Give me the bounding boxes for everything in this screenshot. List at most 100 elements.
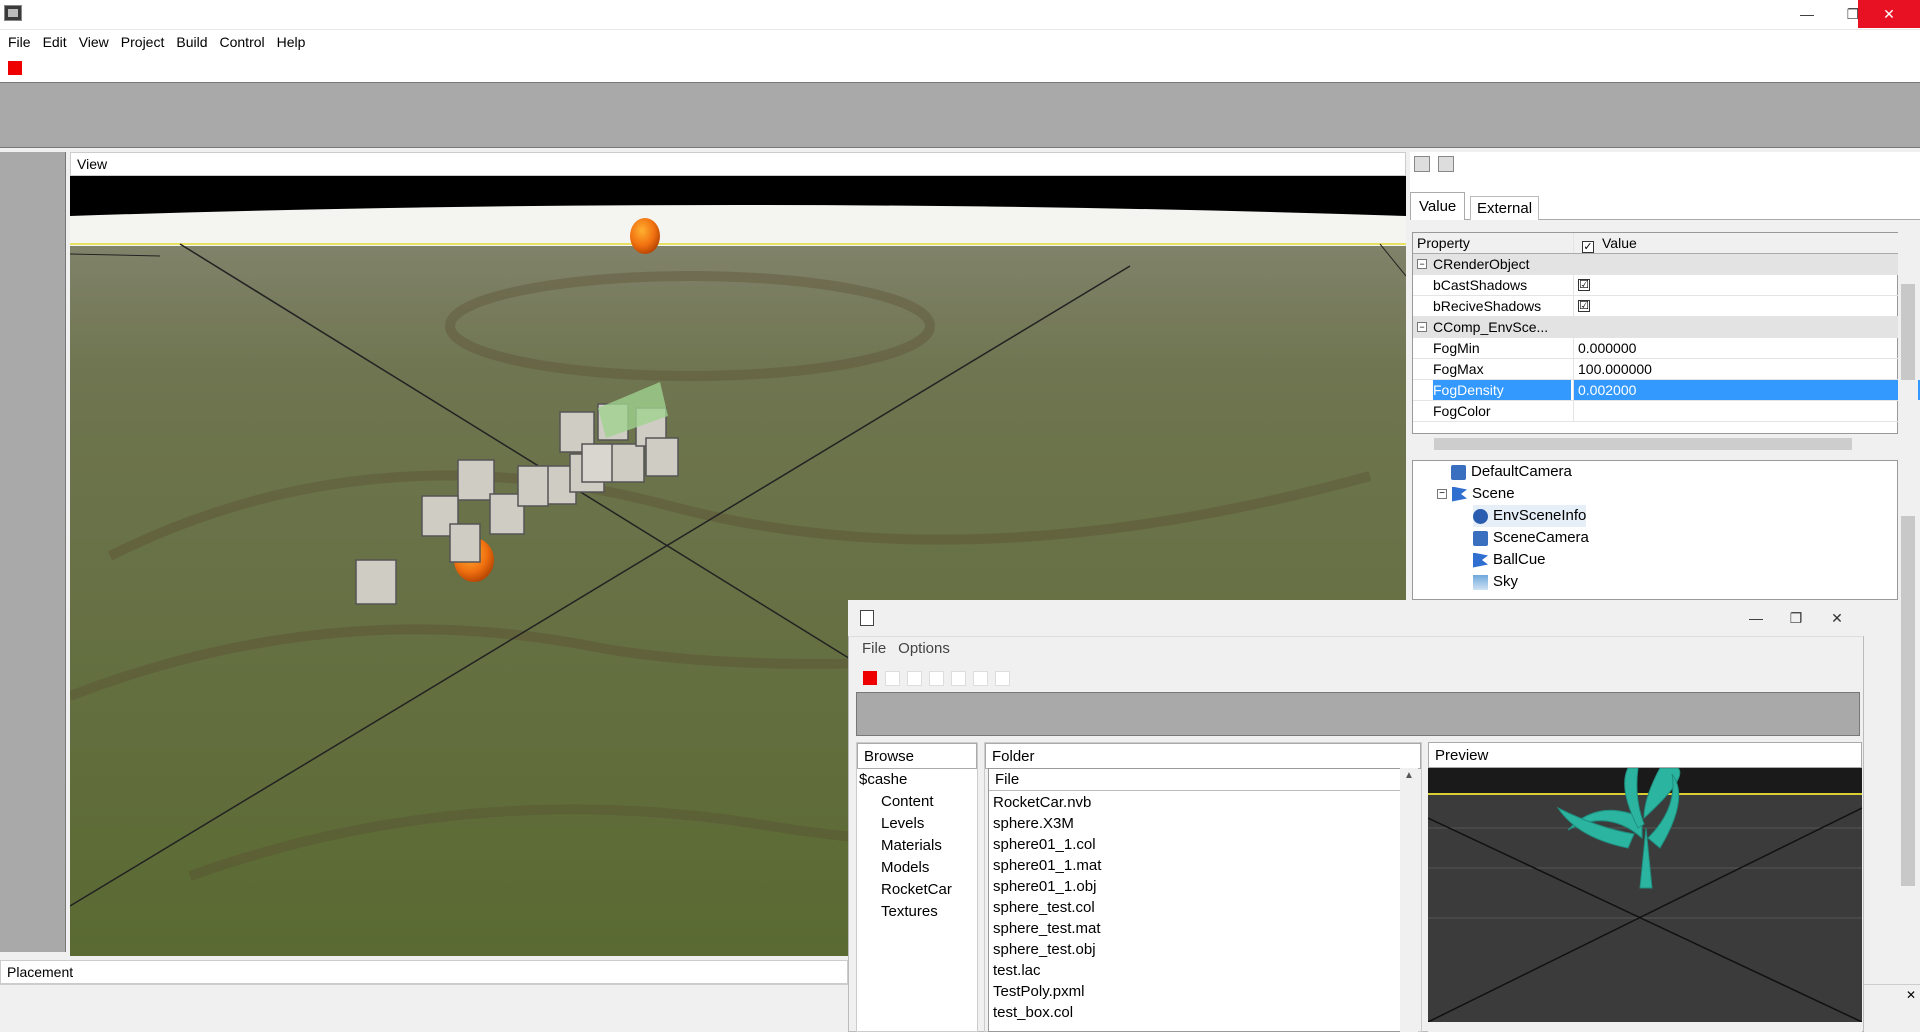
browser-close-button[interactable]: ✕ — [1814, 604, 1860, 632]
file-list-scrollbar[interactable]: ▲ — [1400, 768, 1418, 1032]
tab-external[interactable]: External — [1470, 196, 1540, 220]
property-value[interactable]: 0.000000 — [1573, 338, 1920, 358]
sort-az-icon[interactable] — [1438, 156, 1454, 172]
browse-item-root[interactable]: $cashe — [859, 769, 907, 791]
camera-icon — [1451, 464, 1466, 480]
left-tool-strip — [0, 152, 66, 952]
value-column-label: Value — [1602, 235, 1637, 251]
scroll-up-icon[interactable]: ▲ — [1404, 770, 1414, 781]
property-row[interactable]: bCastShadows ☑ — [1413, 275, 1899, 296]
toolbar-button[interactable] — [907, 671, 922, 686]
menu-project[interactable]: Project — [115, 30, 171, 54]
property-value[interactable]: 0.002000 — [1573, 380, 1920, 400]
tree-item-label: SceneCamera — [1493, 529, 1589, 546]
toolbar-button[interactable] — [973, 671, 988, 686]
file-column-header[interactable]: File — [989, 769, 1401, 791]
property-value[interactable]: 100.000000 — [1573, 359, 1920, 379]
collapse-icon[interactable]: − — [1417, 322, 1427, 332]
category-row[interactable]: − CComp_EnvSce... — [1413, 317, 1899, 338]
property-row[interactable]: FogColor — [1413, 401, 1899, 422]
menu-help[interactable]: Help — [271, 30, 312, 54]
categorized-icon[interactable] — [1414, 156, 1430, 172]
asset-browser-titlebar: — ❐ ✕ — [848, 600, 1864, 636]
browser-minimize-button[interactable]: — — [1738, 604, 1774, 632]
tree-item[interactable]: BallCue — [1473, 549, 1546, 571]
tree-vertical-scrollbar[interactable] — [1898, 460, 1918, 955]
property-name: CRenderObject — [1433, 256, 1530, 272]
browse-item[interactable]: Textures — [881, 901, 938, 923]
file-item[interactable]: sphere01_1.mat — [993, 855, 1101, 876]
checkbox-icon[interactable]: ✓ — [1582, 241, 1594, 253]
category-row[interactable]: − CRenderObject — [1413, 254, 1899, 275]
browser-menu-file[interactable]: File — [862, 640, 886, 657]
menu-control[interactable]: Control — [214, 30, 271, 54]
toolbar-button[interactable] — [929, 671, 944, 686]
close-icon[interactable]: ✕ — [1906, 988, 1916, 1002]
file-item[interactable]: sphere.X3M — [993, 813, 1074, 834]
file-item[interactable]: sphere_test.mat — [993, 918, 1101, 939]
tree-item-selected[interactable]: EnvSceneInfo — [1473, 505, 1587, 527]
globe-icon — [1473, 508, 1488, 524]
browse-item[interactable]: RocketCar — [881, 879, 952, 901]
tree-item[interactable]: − Scene — [1437, 483, 1515, 505]
property-name: FogMax — [1433, 361, 1484, 377]
property-vertical-scrollbar[interactable] — [1898, 232, 1918, 434]
property-row[interactable]: bReciveShadows ☑ — [1413, 296, 1899, 317]
browser-maximize-button[interactable]: ❐ — [1778, 604, 1814, 632]
file-item[interactable]: test_box.col — [993, 1002, 1073, 1023]
tree-item-label: BallCue — [1493, 551, 1546, 568]
flag-icon — [1452, 486, 1467, 502]
sky-icon — [1473, 574, 1488, 590]
menu-view[interactable]: View — [73, 30, 115, 54]
file-item[interactable]: sphere01_1.obj — [993, 876, 1096, 897]
tree-item[interactable]: DefaultCamera — [1451, 461, 1572, 483]
property-horizontal-scrollbar[interactable] — [1412, 434, 1898, 454]
file-item[interactable]: sphere_test.col — [993, 897, 1095, 918]
placement-panel-header: Placement — [0, 960, 848, 984]
browse-item[interactable]: Models — [881, 857, 929, 879]
receive-shadows-checkbox[interactable]: ☑ — [1578, 300, 1590, 312]
file-item[interactable]: sphere_test.obj — [993, 939, 1096, 960]
browse-item[interactable]: Content — [881, 791, 934, 813]
browse-item[interactable]: Materials — [881, 835, 942, 857]
menu-edit[interactable]: Edit — [37, 30, 73, 54]
file-item[interactable]: RocketCar.nvb — [993, 792, 1091, 813]
sphere-far — [630, 218, 660, 254]
file-item[interactable]: TestPoly.pxml — [993, 981, 1084, 1002]
tab-value[interactable]: Value — [1410, 192, 1466, 220]
menu-file[interactable]: File — [2, 30, 37, 54]
preview-viewport[interactable] — [1428, 768, 1862, 1022]
scene-tree[interactable]: DefaultCamera − Scene EnvSceneInfo SceneC… — [1412, 460, 1898, 600]
toolbar-button[interactable] — [995, 671, 1010, 686]
browser-stop-button[interactable] — [863, 671, 877, 685]
camera-icon — [1473, 530, 1488, 546]
browser-menu-options[interactable]: Options — [898, 640, 950, 657]
collapse-icon[interactable]: − — [1437, 489, 1447, 499]
placement-panel-title: Placement — [7, 964, 74, 980]
collapse-icon[interactable]: − — [1417, 259, 1427, 269]
browse-item[interactable]: Levels — [881, 813, 924, 835]
stop-button[interactable] — [8, 61, 22, 75]
tree-item[interactable]: Sky — [1473, 571, 1518, 593]
preview-scene — [1428, 768, 1862, 1022]
file-list[interactable]: File RocketCar.nvb sphere.X3M sphere01_1… — [988, 768, 1402, 1032]
toolbar-button[interactable] — [885, 671, 900, 686]
cast-shadows-checkbox[interactable]: ☑ — [1578, 279, 1590, 291]
main-toolbar — [0, 54, 1920, 82]
tree-item[interactable]: SceneCamera — [1473, 527, 1589, 549]
toolbar-button[interactable] — [951, 671, 966, 686]
menu-build[interactable]: Build — [170, 30, 213, 54]
property-value[interactable] — [1573, 401, 1920, 421]
property-value: ☑ — [1573, 275, 1920, 295]
file-item[interactable]: test.lac — [993, 960, 1041, 981]
close-button[interactable]: ✕ — [1858, 0, 1920, 28]
document-icon — [860, 610, 874, 626]
minimize-button[interactable]: — — [1784, 0, 1830, 28]
file-item[interactable]: sphere01_1.col — [993, 834, 1096, 855]
property-grid[interactable]: Property ✓ Value − CRenderObject bCastSha… — [1412, 232, 1920, 434]
property-row[interactable]: FogMin 0.000000 — [1413, 338, 1899, 359]
flag-icon — [1473, 552, 1488, 568]
property-row[interactable]: FogMax 100.000000 — [1413, 359, 1899, 380]
menu-bar: File Edit View Project Build Control Hel… — [0, 30, 1920, 54]
property-row-selected[interactable]: FogDensity 0.002000 — [1413, 380, 1920, 401]
